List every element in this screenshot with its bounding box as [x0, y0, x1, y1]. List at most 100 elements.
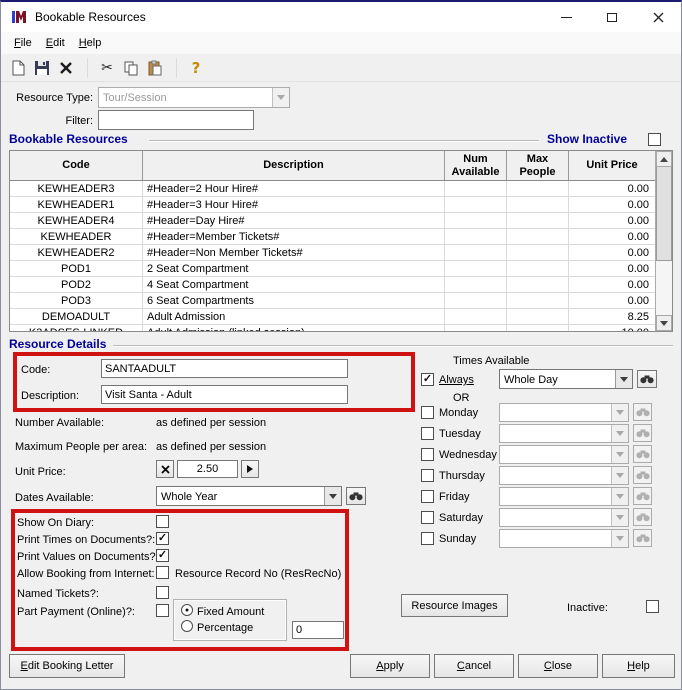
unit-price-input[interactable] [177, 460, 238, 478]
menu-help[interactable]: Help [72, 32, 109, 54]
sunday-time-combo [499, 529, 629, 548]
tuesday-time-search-button [633, 424, 652, 442]
sunday-checkbox[interactable] [421, 532, 434, 545]
fixed-amount-radio[interactable]: ● [181, 604, 193, 616]
table-row[interactable]: KEWHEADER #Header=Member Tickets# 0.00 [10, 229, 655, 245]
help-button-footer[interactable]: Help [602, 654, 675, 678]
copy-button[interactable] [120, 57, 142, 79]
code-input[interactable] [101, 359, 348, 378]
clear-price-button[interactable] [156, 460, 174, 478]
show-on-diary-checkbox[interactable] [156, 515, 169, 528]
cell-unit-price: 0.00 [627, 278, 649, 291]
save-button[interactable] [31, 57, 53, 79]
cell-unit-price: 0.00 [627, 198, 649, 211]
table-row[interactable]: POD3 6 Seat Compartments 0.00 [10, 293, 655, 309]
friday-time-search-button [633, 487, 652, 505]
column-header-num-available[interactable]: Num Available [445, 151, 507, 180]
cell-max-people [507, 309, 569, 324]
cell-max-people [507, 245, 569, 260]
binoculars-icon [635, 492, 650, 501]
filter-input[interactable] [98, 110, 254, 130]
column-header-max-people[interactable]: Max People [507, 151, 569, 180]
close-button[interactable] [635, 2, 681, 32]
table-row[interactable]: POD1 2 Seat Compartment 0.00 [10, 261, 655, 277]
saturday-checkbox[interactable] [421, 511, 434, 524]
thursday-label: Thursday [439, 470, 485, 482]
named-tickets-checkbox[interactable] [156, 586, 169, 599]
new-document-icon [12, 60, 25, 75]
friday-checkbox[interactable] [421, 490, 434, 503]
thursday-time-combo [499, 466, 629, 485]
dropdown-arrow-icon [611, 467, 628, 484]
column-header-code[interactable]: Code [10, 151, 143, 180]
table-row[interactable]: KEWHEADER4 #Header=Day Hire# 0.00 [10, 213, 655, 229]
allow-internet-checkbox[interactable] [156, 566, 169, 579]
description-input[interactable] [101, 385, 348, 404]
minimize-button[interactable] [543, 2, 589, 32]
new-document-button[interactable] [7, 57, 29, 79]
always-checkbox[interactable]: ✓ [421, 373, 434, 386]
cell-description: 6 Seat Compartments [143, 293, 445, 308]
inactive-checkbox[interactable] [646, 600, 659, 613]
help-icon: ? [191, 58, 201, 77]
resource-images-label: Resource Images [411, 599, 498, 612]
table-row[interactable]: POD2 4 Seat Compartment 0.00 [10, 277, 655, 293]
binoculars-icon [635, 408, 650, 417]
part-payment-checkbox[interactable] [156, 604, 169, 617]
resource-images-button[interactable]: Resource Images [401, 594, 508, 617]
cell-description: #Header=Non Member Tickets# [143, 245, 445, 260]
apply-button[interactable]: Apply [350, 654, 430, 678]
column-header-unit-price[interactable]: Unit Price [569, 151, 655, 180]
edit-booking-letter-button[interactable]: Edit Booking Letter [9, 654, 125, 678]
show-inactive-checkbox[interactable] [648, 133, 661, 146]
table-row[interactable]: KEWHEADER3 #Header=2 Hour Hire# 0.00 [10, 181, 655, 197]
toolbar-separator [79, 57, 88, 78]
dates-available-combo[interactable]: Whole Year [156, 486, 342, 506]
menu-file[interactable]: File [7, 32, 39, 54]
percentage-radio[interactable] [181, 620, 193, 632]
wednesday-checkbox[interactable] [421, 448, 434, 461]
expand-price-button[interactable] [241, 460, 259, 478]
table-row[interactable]: DEMOADULT Adult Admission 8.25 [10, 309, 655, 325]
scroll-down-button[interactable] [656, 315, 672, 331]
maximize-button[interactable] [589, 2, 635, 32]
table-row[interactable]: KEWHEADER2 #Header=Non Member Tickets# 0… [10, 245, 655, 261]
table-scrollbar[interactable] [655, 151, 672, 331]
help-toolbar-button[interactable]: ? [185, 57, 207, 79]
toolbar: ✂ ? [1, 54, 681, 82]
scroll-track[interactable] [656, 261, 672, 315]
scroll-thumb[interactable] [656, 167, 672, 261]
filter-label: Filter: [65, 115, 94, 127]
scroll-up-button[interactable] [656, 151, 672, 167]
cut-button[interactable]: ✂ [96, 57, 118, 79]
cell-max-people [507, 181, 569, 196]
print-times-checkbox[interactable]: ✓ [156, 532, 169, 545]
column-header-description[interactable]: Description [143, 151, 445, 180]
table-row[interactable]: K3ADSES-LINKED Adult Admission (linked s… [10, 325, 655, 331]
menu-edit[interactable]: Edit [39, 32, 72, 54]
paste-icon [148, 60, 162, 75]
cancel-button[interactable]: Cancel [434, 654, 514, 678]
monday-checkbox[interactable] [421, 406, 434, 419]
dates-search-button[interactable] [346, 487, 366, 505]
max-people-value: as defined per session [156, 441, 267, 453]
wednesday-time-search-button [633, 445, 652, 463]
print-values-checkbox[interactable]: ✓ [156, 549, 169, 562]
always-time-combo[interactable]: Whole Day [499, 369, 633, 389]
table-row[interactable]: KEWHEADER1 #Header=3 Hour Hire# 0.00 [10, 197, 655, 213]
minimize-icon [560, 16, 572, 18]
always-time-search-button[interactable] [637, 370, 657, 388]
cell-max-people [507, 325, 569, 331]
thursday-checkbox[interactable] [421, 469, 434, 482]
part-payment-amount-input[interactable] [292, 621, 344, 639]
cell-num-available [445, 197, 507, 212]
paste-button[interactable] [144, 57, 166, 79]
close-button-footer[interactable]: Close [518, 654, 598, 678]
delete-button[interactable] [55, 57, 77, 79]
cell-max-people [507, 213, 569, 228]
tuesday-checkbox[interactable] [421, 427, 434, 440]
dropdown-arrow-icon [615, 370, 632, 388]
print-values-label: Print Values on Documents?: [17, 551, 159, 563]
percentage-label: Percentage [197, 622, 254, 634]
cell-unit-price: 0.00 [627, 262, 649, 275]
